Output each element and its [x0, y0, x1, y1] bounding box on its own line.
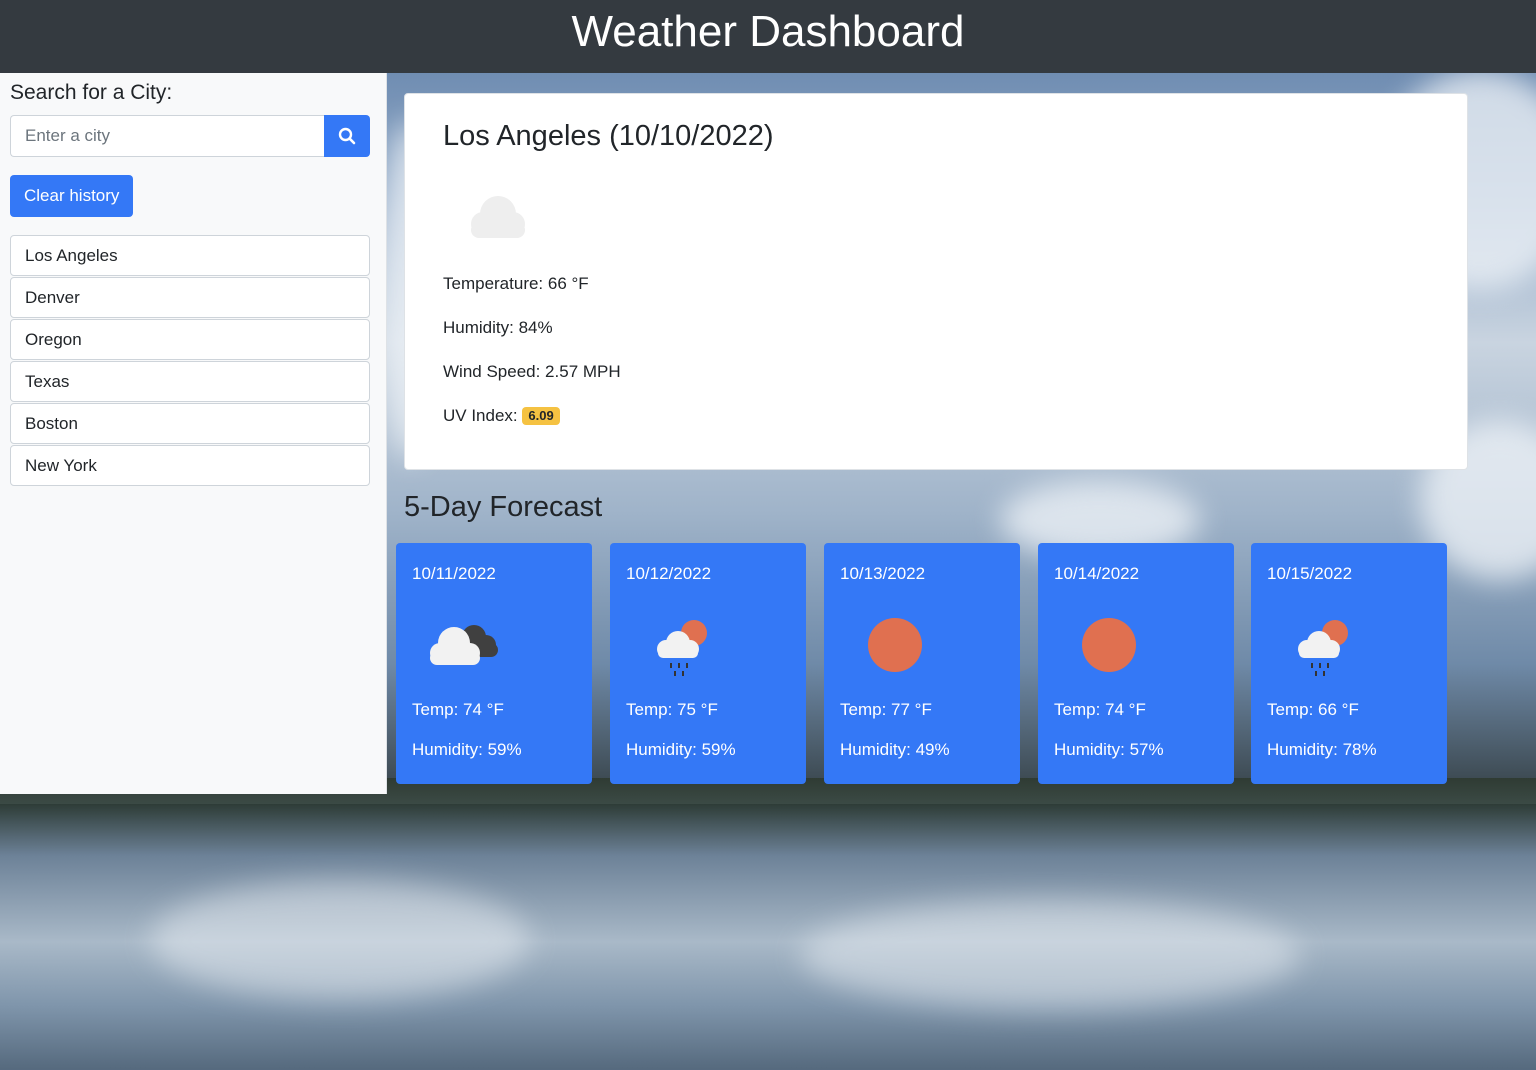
forecast-humidity: Humidity: 57%	[1054, 740, 1164, 759]
current-temperature: Temperature: 66 °F	[443, 274, 589, 293]
history-item[interactable]: Texas	[10, 361, 370, 402]
app-header: Weather Dashboard	[0, 0, 1536, 73]
forecast-card: 10/11/2022 Temp: 74 °F Humidity: 59%	[396, 543, 592, 784]
forecast-card: 10/12/2022 Temp: 75 °F Humidity: 59%	[610, 543, 806, 784]
forecast-humidity: Humidity: 59%	[626, 740, 736, 759]
rain-sun-icon	[1267, 595, 1367, 695]
uv-badge: 6.09	[522, 407, 560, 425]
forecast-humidity: Humidity: 78%	[1267, 740, 1377, 759]
search-button[interactable]	[324, 115, 370, 157]
broken-clouds-icon	[412, 595, 512, 695]
forecast-temp: Temp: 66 °F	[1267, 700, 1359, 719]
forecast-humidity: Humidity: 59%	[412, 740, 522, 759]
sun-icon	[840, 595, 940, 695]
history-item[interactable]: Los Angeles	[10, 235, 370, 276]
current-weather-card: Los Angeles (10/10/2022) Temperature: 66…	[404, 93, 1468, 470]
uv-label: UV Index:	[443, 406, 523, 425]
forecast-card: 10/14/2022 Temp: 74 °F Humidity: 57%	[1038, 543, 1234, 784]
history-item[interactable]: New York	[10, 445, 370, 486]
forecast-humidity: Humidity: 49%	[840, 740, 950, 759]
current-city-title: Los Angeles (10/10/2022)	[443, 120, 774, 152]
history-item[interactable]: Oregon	[10, 319, 370, 360]
city-search-input[interactable]	[10, 115, 324, 157]
clear-history-button[interactable]: Clear history	[10, 175, 134, 217]
search-history-list: Los Angeles Denver Oregon Texas Boston N…	[10, 235, 370, 486]
search-heading: Search for a City:	[10, 81, 173, 104]
app-title: Weather Dashboard	[571, 7, 965, 56]
search-icon	[338, 127, 356, 145]
cloud-icon	[443, 162, 553, 272]
forecast-date: 10/12/2022	[626, 564, 712, 583]
background-reflection	[150, 880, 530, 1000]
forecast-temp: Temp: 77 °F	[840, 700, 932, 719]
sidebar: Search for a City: Clear history Los Ang…	[0, 73, 387, 794]
forecast-temp: Temp: 74 °F	[412, 700, 504, 719]
forecast-card: 10/13/2022 Temp: 77 °F Humidity: 49%	[824, 543, 1020, 784]
forecast-temp: Temp: 74 °F	[1054, 700, 1146, 719]
current-humidity: Humidity: 84%	[443, 318, 553, 337]
current-wind-speed: Wind Speed: 2.57 MPH	[443, 362, 621, 381]
forecast-date: 10/11/2022	[412, 564, 496, 583]
forecast-date: 10/14/2022	[1054, 564, 1140, 583]
forecast-date: 10/15/2022	[1267, 564, 1353, 583]
forecast-title: 5-Day Forecast	[404, 491, 603, 523]
forecast-temp: Temp: 75 °F	[626, 700, 718, 719]
history-item[interactable]: Boston	[10, 403, 370, 444]
background-reflection	[800, 900, 1300, 1010]
forecast-date: 10/13/2022	[840, 564, 926, 583]
current-uv-index: UV Index: 6.09	[443, 404, 1429, 428]
history-item[interactable]: Denver	[10, 277, 370, 318]
sun-icon	[1054, 595, 1154, 695]
forecast-card: 10/15/2022 Temp: 66 °F Humidity: 78%	[1251, 543, 1447, 784]
rain-sun-icon	[626, 595, 726, 695]
search-form	[10, 115, 370, 157]
